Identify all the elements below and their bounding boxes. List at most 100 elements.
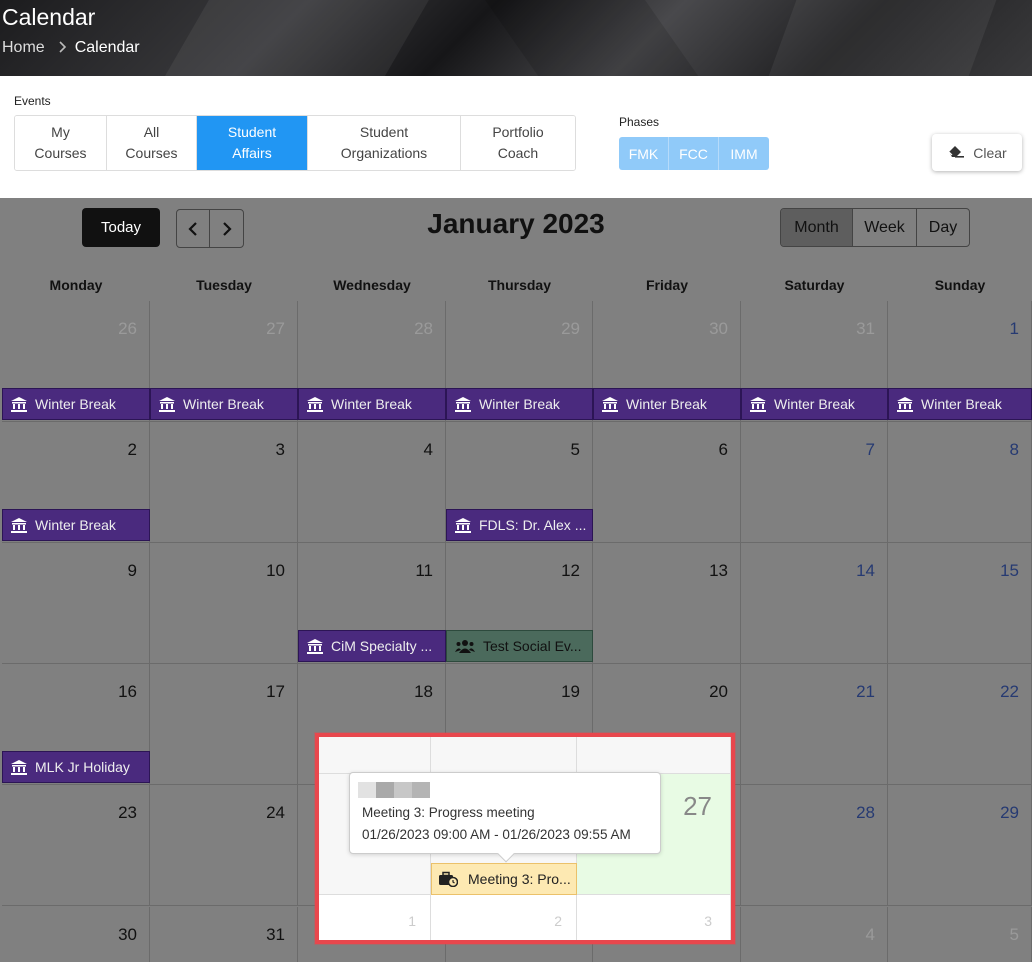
day-number: 17: [266, 682, 285, 701]
institution-icon: [455, 517, 471, 533]
event-winter-break[interactable]: Winter Break: [446, 388, 593, 420]
day-cell[interactable]: 23: [2, 785, 150, 906]
day-cell[interactable]: 13: [593, 543, 741, 664]
day-number: 6: [718, 440, 728, 459]
day-number: 5: [1009, 925, 1019, 944]
view-month-button[interactable]: Month: [781, 209, 853, 246]
breadcrumb-current: Calendar: [74, 39, 140, 56]
header-background-facet: [752, 0, 1008, 76]
institution-icon: [11, 517, 27, 533]
event-winter-break[interactable]: Winter Break: [298, 388, 446, 420]
event-label: Winter Break: [921, 396, 1002, 412]
day-cell[interactable]: 31: [150, 907, 298, 962]
event-label: Winter Break: [479, 396, 560, 412]
event-filter-all-courses[interactable]: All Courses: [107, 116, 197, 170]
day-cell[interactable]: 4: [741, 907, 888, 962]
day-number: 19: [561, 682, 580, 701]
event-winter-break[interactable]: Winter Break: [2, 509, 150, 541]
day-cell[interactable]: 6: [593, 422, 741, 543]
event-tooltip: Meeting 3: Progress meeting 01/26/2023 0…: [349, 772, 661, 863]
day-cell[interactable]: 17: [150, 664, 298, 785]
day-cell[interactable]: 8: [888, 422, 1032, 543]
day-cell[interactable]: [577, 737, 731, 774]
view-week-button[interactable]: Week: [853, 209, 917, 246]
day-cell[interactable]: 4: [298, 422, 446, 543]
day-cell[interactable]: 10: [150, 543, 298, 664]
day-cell[interactable]: [431, 737, 577, 774]
day-cell[interactable]: 3: [150, 422, 298, 543]
day-of-week-label: Wednesday: [333, 277, 411, 293]
institution-icon: [11, 759, 27, 775]
event-filter-portfolio-coach[interactable]: Portfolio Coach: [461, 116, 575, 170]
event-label: Test Social Ev...: [483, 638, 582, 654]
breadcrumb-home-link[interactable]: Home: [2, 39, 45, 57]
day-number: 26: [118, 319, 137, 338]
day-cell[interactable]: 22: [888, 664, 1032, 785]
day-cell[interactable]: 7: [741, 422, 888, 543]
event-winter-break[interactable]: Winter Break: [2, 388, 150, 420]
day-number: 3: [704, 913, 712, 929]
day-number: 18: [414, 682, 433, 701]
clear-button-label: Clear: [973, 144, 1007, 161]
event-label: Winter Break: [35, 396, 116, 412]
event-cim-specialty[interactable]: CiM Specialty ...: [298, 630, 446, 662]
day-cell[interactable]: 29: [888, 785, 1032, 906]
chevron-right-icon: [59, 40, 67, 57]
day-number: 12: [561, 561, 580, 580]
eraser-icon: [947, 144, 973, 161]
event-type-toggle-group: My Courses All Courses Student Affairs S…: [14, 115, 576, 171]
day-number: 30: [709, 319, 728, 338]
day-number: 20: [709, 682, 728, 701]
day-cell[interactable]: 24: [150, 785, 298, 906]
clear-button[interactable]: Clear: [932, 134, 1022, 171]
day-cell[interactable]: 1: [319, 895, 431, 940]
tooltip-event-title: Meeting 3: Progress meeting: [362, 805, 535, 820]
page-title: Calendar: [2, 4, 96, 30]
phase-toggle-group: FMK FCC IMM: [619, 137, 769, 170]
day-number: 21: [856, 682, 875, 701]
day-of-week-label: Friday: [645, 277, 688, 293]
day-of-week-label: Saturday: [784, 277, 845, 293]
day-cell[interactable]: 9: [2, 543, 150, 664]
day-cell[interactable]: 21: [741, 664, 888, 785]
phases-label: Phases: [619, 115, 660, 129]
day-cell[interactable]: 28: [741, 785, 888, 906]
event-mlk-holiday[interactable]: MLK Jr Holiday: [2, 751, 150, 783]
breadcrumb: Home Calendar: [2, 39, 140, 57]
event-winter-break[interactable]: Winter Break: [593, 388, 741, 420]
day-cell[interactable]: 2: [431, 895, 577, 940]
day-number: 27: [266, 319, 285, 338]
day-number: 2: [554, 913, 562, 929]
day-cell[interactable]: 15: [888, 543, 1032, 664]
event-label: Winter Break: [183, 396, 264, 412]
day-cell[interactable]: 5: [888, 907, 1032, 962]
event-fdls[interactable]: FDLS: Dr. Alex ...: [446, 509, 593, 541]
meeting-event[interactable]: Meeting 3: Pro...: [431, 863, 577, 895]
events-label: Events: [14, 94, 51, 108]
view-day-button[interactable]: Day: [917, 209, 969, 246]
day-number: 29: [1000, 803, 1019, 822]
event-label: MLK Jr Holiday: [35, 759, 130, 775]
day-number: 27: [683, 791, 712, 821]
event-filter-student-affairs[interactable]: Student Affairs: [197, 116, 308, 170]
event-winter-break[interactable]: Winter Break: [741, 388, 888, 420]
phase-fmk-button[interactable]: FMK: [619, 137, 669, 170]
day-number: 23: [118, 803, 137, 822]
day-cell[interactable]: 30: [2, 907, 150, 962]
tooltip-event-time: 01/26/2023 09:00 AM - 01/26/2023 09:55 A…: [362, 827, 631, 842]
day-number: 16: [118, 682, 137, 701]
institution-icon: [11, 396, 27, 412]
event-winter-break[interactable]: Winter Break: [150, 388, 298, 420]
event-filter-student-organizations[interactable]: Student Organizations: [308, 116, 461, 170]
header-background-facet: [139, 0, 441, 76]
event-test-social-event[interactable]: Test Social Ev...: [446, 630, 593, 662]
phase-imm-button[interactable]: IMM: [719, 137, 769, 170]
day-cell[interactable]: [319, 737, 431, 774]
day-cell[interactable]: 3: [577, 895, 731, 940]
phase-fcc-button[interactable]: FCC: [669, 137, 719, 170]
day-cell[interactable]: 14: [741, 543, 888, 664]
event-filter-my-courses[interactable]: My Courses: [15, 116, 107, 170]
day-number: 15: [1000, 561, 1019, 580]
event-winter-break[interactable]: Winter Break: [888, 388, 1032, 420]
institution-icon: [602, 396, 618, 412]
